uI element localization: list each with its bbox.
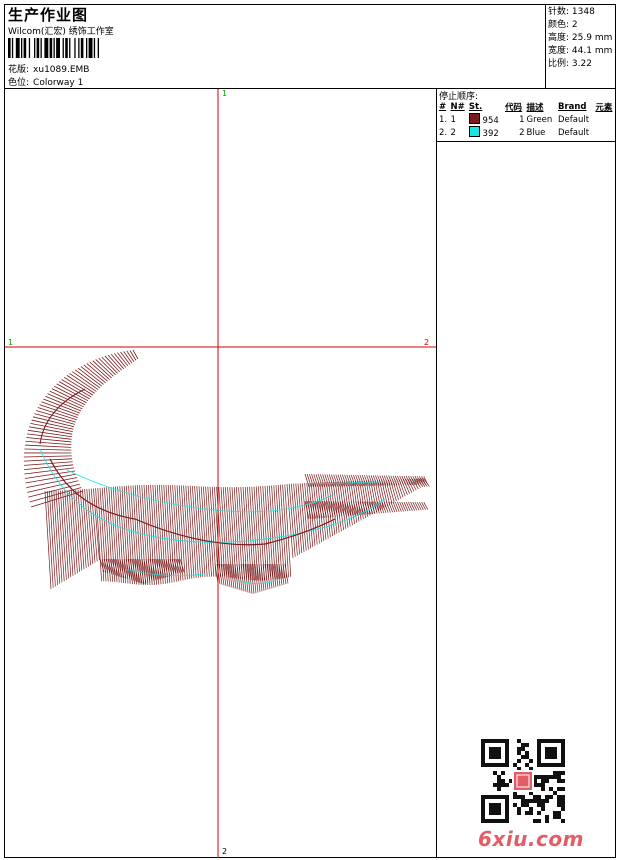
- qr-code: [481, 739, 565, 823]
- colorway-value: Colorway 1: [33, 78, 84, 88]
- page-title: 生产作业图: [8, 6, 89, 24]
- colorway-label: 色位:: [8, 78, 30, 88]
- color-swatch: [468, 126, 480, 137]
- axis-label-bottom: 2: [222, 847, 228, 856]
- embroidery-design: [5, 89, 436, 858]
- col-desc: 描述: [526, 103, 544, 113]
- barcode: [8, 38, 99, 58]
- axis-label-top: 1: [222, 89, 228, 98]
- design-file-value: xu1089.EMB: [33, 65, 90, 75]
- col-seq: #: [439, 102, 447, 112]
- stat-stitches: 针数: 1348: [548, 7, 595, 17]
- table-divider: [436, 141, 616, 142]
- col-code: 代码: [505, 103, 523, 113]
- stop-sequence-table: # N# St. 代码 描述 Brand 元素 1. 1 954 1 Green…: [438, 101, 616, 139]
- table-row: 2. 2 392 2 Blue Default: [439, 126, 590, 139]
- design-file-line: 花版: xu1089.EMB: [8, 62, 89, 75]
- axis-label-right: 2: [424, 338, 430, 347]
- table-row: 1. 1 954 1 Green Default: [439, 113, 590, 126]
- axis-label-left: 1: [8, 338, 14, 347]
- col-element: 元素: [595, 103, 613, 113]
- stat-height: 高度: 25.9 mm: [548, 33, 613, 43]
- col-n: N#: [450, 102, 465, 112]
- stats-divider: [545, 4, 546, 88]
- stat-width: 宽度: 44.1 mm: [548, 46, 613, 56]
- side-panel-divider: [436, 88, 437, 858]
- design-preview: 1 1 2 2: [5, 89, 436, 858]
- color-swatch: [468, 113, 480, 124]
- design-file-label: 花版:: [8, 65, 30, 75]
- stat-colors: 颜色: 2: [548, 20, 578, 30]
- colorway-line: 色位: Colorway 1: [8, 75, 83, 88]
- table-header-row: # N# St. 代码 描述 Brand 元素: [438, 101, 616, 113]
- stat-scale: 比例: 3.22: [548, 59, 592, 69]
- company-name: Wilcom(汇宏) 绣饰工作室: [8, 27, 114, 37]
- design-stats: 针数: 1348 颜色: 2 高度: 25.9 mm 宽度: 44.1 mm 比…: [548, 6, 612, 71]
- col-brand: Brand: [557, 102, 587, 112]
- col-st: St.: [468, 102, 483, 112]
- watermark-logo: 6xiu.com: [478, 827, 584, 851]
